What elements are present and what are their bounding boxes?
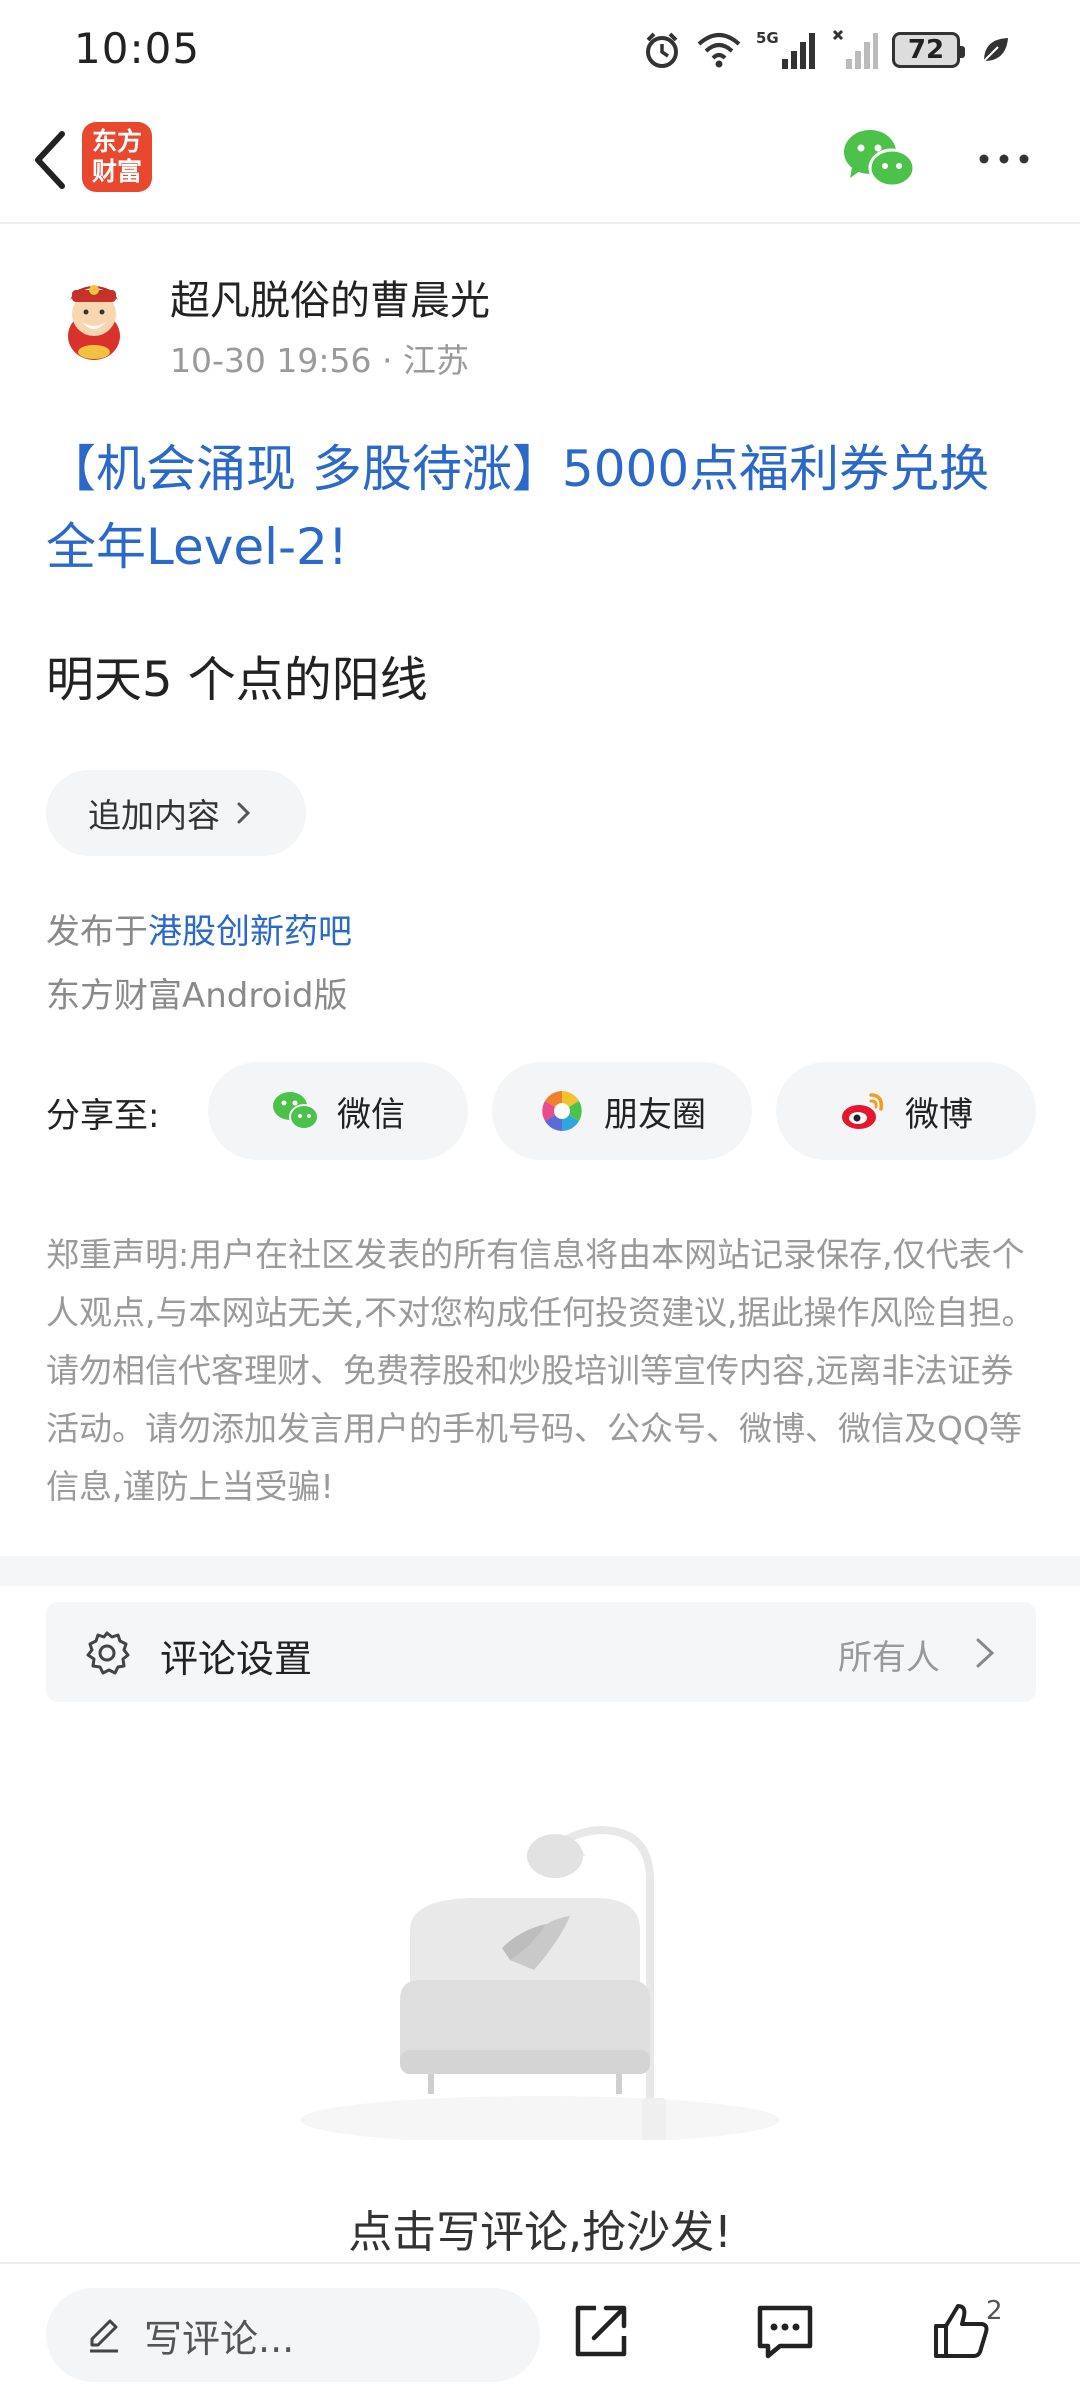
status-bar: 10:05 5G 72 — [0, 0, 1080, 100]
comment-settings-value: 所有人 — [838, 1638, 940, 1678]
wechat-share-icon[interactable] — [842, 126, 916, 192]
share-label: 分享至: — [46, 1096, 160, 1136]
app-logo[interactable]: 东方 财富 — [82, 122, 152, 192]
empty-state-text[interactable]: 点击写评论,抢沙发! — [0, 2196, 1080, 2260]
signal-5g-icon: 5G — [756, 29, 815, 69]
share-weibo-button[interactable]: 微博 — [776, 1062, 1036, 1160]
back-icon[interactable] — [22, 120, 82, 200]
forum-link[interactable]: 港股创新药吧 — [148, 912, 352, 952]
posted-prefix: 发布于 — [46, 912, 148, 952]
disclaimer-text: 郑重声明:用户在社区发表的所有信息将由本网站记录保存,仅代表个人观点,与本网站无… — [46, 1235, 1035, 1506]
post-title-link[interactable]: 【机会涌现 多股待涨】5000点福利券兑换全年Level-2! — [46, 430, 1036, 586]
author-name[interactable]: 超凡脱俗的曹晨光 — [170, 268, 490, 326]
signal-no-service-icon — [832, 29, 878, 69]
more-options-icon[interactable] — [976, 144, 1032, 174]
add-content-button[interactable]: 追加内容 — [46, 770, 306, 856]
empty-sofa-illustration — [300, 1825, 780, 2140]
leaf-icon — [983, 38, 1008, 62]
wifi-icon — [697, 33, 741, 68]
alarm-icon — [646, 32, 678, 68]
chevron-right-icon — [237, 802, 251, 824]
share-wechat-button[interactable]: 微信 — [208, 1062, 468, 1160]
wechat-icon — [273, 1092, 319, 1130]
status-icons: 5G 72 — [642, 26, 1010, 74]
write-comment-placeholder: 写评论... — [144, 2316, 295, 2361]
comment-settings-row[interactable]: 评论设置 所有人 — [46, 1602, 1036, 1702]
posted-in: 发布于港股创新药吧 — [46, 904, 352, 953]
like-icon[interactable] — [930, 2300, 992, 2362]
client-info: 东方财富Android版 — [46, 976, 348, 1016]
svg-text:5G: 5G — [756, 29, 779, 47]
chevron-right-icon — [976, 1638, 995, 1668]
status-time: 10:05 — [74, 24, 201, 73]
post-meta: 10-30 19:56 · 江苏 — [170, 341, 469, 380]
share-weibo-label: 微博 — [905, 1094, 973, 1135]
weibo-icon — [842, 1093, 884, 1129]
share-out-icon[interactable] — [570, 2300, 632, 2362]
comment-settings-title: 评论设置 — [160, 1637, 313, 1681]
write-comment-input[interactable]: 写评论... — [46, 2288, 540, 2382]
gear-icon — [86, 1631, 130, 1675]
battery-indicator: 72 — [892, 32, 965, 68]
share-moments-button[interactable]: 朋友圈 — [492, 1062, 752, 1160]
share-moments-label: 朋友圈 — [604, 1094, 706, 1135]
section-divider — [0, 1556, 1080, 1586]
moments-icon — [542, 1091, 582, 1131]
share-wechat-label: 微信 — [337, 1094, 405, 1135]
post-body: 明天5 个点的阳线 — [46, 652, 428, 708]
comment-icon[interactable] — [754, 2300, 816, 2362]
nav-bar: 东方 财富 — [0, 100, 1080, 224]
author-avatar[interactable] — [52, 274, 136, 364]
add-content-label: 追加内容 — [88, 796, 220, 835]
like-count: 2 — [986, 2296, 1003, 2326]
bottom-action-bar: 写评论... 2 — [0, 2262, 1080, 2400]
pencil-icon — [90, 2319, 118, 2353]
